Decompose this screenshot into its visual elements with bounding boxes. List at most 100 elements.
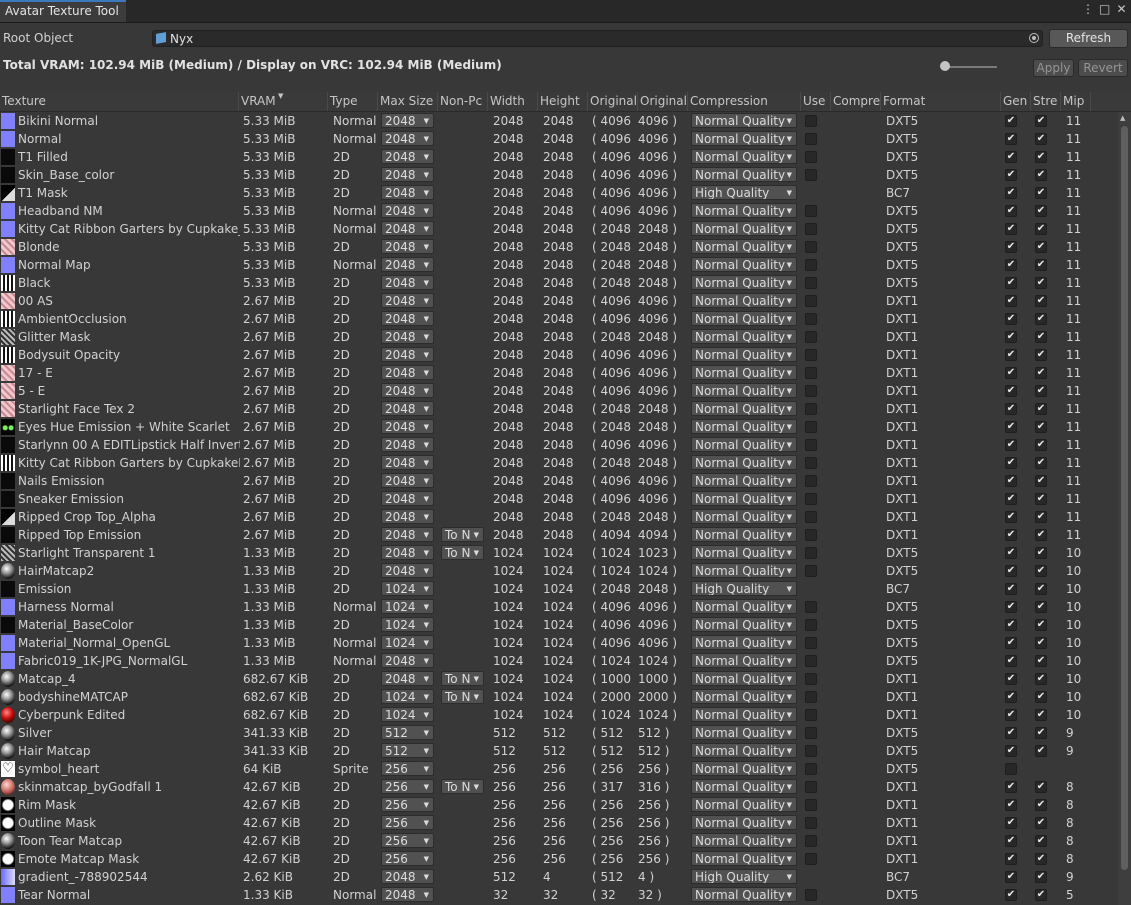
max-size-dropdown[interactable]: 512 ▼	[381, 725, 434, 740]
generate-mipmap-checkbox[interactable]: ✔	[1005, 313, 1017, 325]
max-size-dropdown[interactable]: 2048 ▼	[381, 149, 434, 164]
generate-mipmap-checkbox[interactable]: ✔	[1005, 601, 1017, 613]
col-header-type[interactable]: Type	[328, 92, 378, 111]
max-size-dropdown[interactable]: 2048 ▼	[381, 293, 434, 308]
texture-name[interactable]: symbol_heart	[18, 760, 240, 778]
max-size-dropdown[interactable]: 2048 ▼	[381, 473, 434, 488]
use-crunch-checkbox[interactable]	[805, 709, 817, 721]
use-crunch-checkbox[interactable]	[805, 835, 817, 847]
use-crunch-checkbox[interactable]	[805, 547, 817, 559]
use-crunch-checkbox[interactable]	[805, 277, 817, 289]
generate-mipmap-checkbox[interactable]: ✔	[1005, 547, 1017, 559]
compression-dropdown[interactable]: Normal Quality ▼	[691, 419, 797, 434]
table-row[interactable]: Rim Mask 42.67 KiB 2D 256 ▼ 256 256 ( 256 256 ) N…	[0, 796, 1117, 814]
table-row[interactable]: Silver 341.33 KiB 2D 512 ▼ 512 512 ( 512 512 ) No…	[0, 724, 1117, 742]
texture-name[interactable]: T1 Filled	[18, 148, 240, 166]
generate-mipmap-checkbox[interactable]: ✔	[1005, 727, 1017, 739]
max-size-dropdown[interactable]: 2048 ▼	[381, 653, 434, 668]
streaming-mipmap-checkbox[interactable]: ✔	[1035, 565, 1047, 577]
col-header-mip[interactable]: Mip	[1061, 92, 1091, 111]
streaming-mipmap-checkbox[interactable]: ✔	[1035, 493, 1047, 505]
texture-name[interactable]: Normal Map	[18, 256, 240, 274]
max-size-dropdown[interactable]: 2048 ▼	[381, 131, 434, 146]
texture-name[interactable]: Tear Normal	[18, 886, 240, 904]
non-power-of-two-dropdown[interactable]: To N ▼	[441, 671, 484, 686]
streaming-mipmap-checkbox[interactable]: ✔	[1035, 115, 1047, 127]
compression-dropdown[interactable]: Normal Quality ▼	[691, 887, 797, 902]
compression-dropdown[interactable]: High Quality ▼	[691, 581, 797, 596]
compression-dropdown[interactable]: Normal Quality ▼	[691, 491, 797, 506]
streaming-mipmap-checkbox[interactable]: ✔	[1035, 169, 1047, 181]
generate-mipmap-checkbox[interactable]: ✔	[1005, 853, 1017, 865]
compression-dropdown[interactable]: Normal Quality ▼	[691, 509, 797, 524]
max-size-dropdown[interactable]: 2048 ▼	[381, 239, 434, 254]
max-size-dropdown[interactable]: 2048 ▼	[381, 365, 434, 380]
generate-mipmap-checkbox[interactable]: ✔	[1005, 745, 1017, 757]
compression-dropdown[interactable]: Normal Quality ▼	[691, 725, 797, 740]
use-crunch-checkbox[interactable]	[805, 169, 817, 181]
streaming-mipmap-checkbox[interactable]: ✔	[1035, 745, 1047, 757]
table-row[interactable]: T1 Filled 5.33 MiB 2D 2048 ▼ 2048 2048 ( 4096 40…	[0, 148, 1117, 166]
compression-dropdown[interactable]: Normal Quality ▼	[691, 617, 797, 632]
table-row[interactable]: Material_Normal_OpenGL 1.33 MiB Normal 1024…	[0, 634, 1117, 652]
col-header-width[interactable]: Width	[488, 92, 538, 111]
max-size-dropdown[interactable]: 256 ▼	[381, 815, 434, 830]
texture-name[interactable]: Ripped Top Emission	[18, 526, 240, 544]
compression-dropdown[interactable]: Normal Quality ▼	[691, 653, 797, 668]
use-crunch-checkbox[interactable]	[805, 889, 817, 901]
table-row[interactable]: Outline Mask 42.67 KiB 2D 256 ▼ 256 256 ( 256 25…	[0, 814, 1117, 832]
generate-mipmap-checkbox[interactable]: ✔	[1005, 655, 1017, 667]
generate-mipmap-checkbox[interactable]: ✔	[1005, 403, 1017, 415]
use-crunch-checkbox[interactable]	[805, 619, 817, 631]
texture-name[interactable]: Nails Emission	[18, 472, 240, 490]
compression-dropdown[interactable]: Normal Quality ▼	[691, 815, 797, 830]
streaming-mipmap-checkbox[interactable]: ✔	[1035, 331, 1047, 343]
max-size-dropdown[interactable]: 2048 ▼	[381, 887, 434, 902]
compression-dropdown[interactable]: Normal Quality ▼	[691, 707, 797, 722]
max-size-dropdown[interactable]: 2048 ▼	[381, 419, 434, 434]
texture-name[interactable]: Starlight Face Tex 2	[18, 400, 240, 418]
max-size-dropdown[interactable]: 2048 ▼	[381, 491, 434, 506]
table-row[interactable]: Emote Matcap Mask 42.67 KiB 2D 256 ▼ 256 256 ( …	[0, 850, 1117, 868]
use-crunch-checkbox[interactable]	[805, 565, 817, 577]
compression-dropdown[interactable]: Normal Quality ▼	[691, 167, 797, 182]
scroll-thumb[interactable]	[1121, 126, 1128, 870]
compression-dropdown[interactable]: Normal Quality ▼	[691, 131, 797, 146]
table-row[interactable]: Blonde 5.33 MiB 2D 2048 ▼ 2048 2048 ( 2048 2048 …	[0, 238, 1117, 256]
table-row[interactable]: Starlynn 00 A EDITLipstick Half Inverte 2…	[0, 436, 1117, 454]
texture-name[interactable]: skinmatcap_byGodfall 1	[18, 778, 240, 796]
generate-mipmap-checkbox[interactable]: ✔	[1005, 475, 1017, 487]
texture-name[interactable]: Kitty Cat Ribbon Garters by CupkakeMa	[18, 454, 240, 472]
generate-mipmap-checkbox[interactable]: ✔	[1005, 295, 1017, 307]
max-size-dropdown[interactable]: 256 ▼	[381, 851, 434, 866]
texture-name[interactable]: Rim Mask	[18, 796, 240, 814]
use-crunch-checkbox[interactable]	[805, 313, 817, 325]
generate-mipmap-checkbox[interactable]: ✔	[1005, 871, 1017, 883]
use-crunch-checkbox[interactable]	[805, 295, 817, 307]
use-crunch-checkbox[interactable]	[805, 817, 817, 829]
generate-mipmap-checkbox[interactable]: ✔	[1005, 619, 1017, 631]
streaming-mipmap-checkbox[interactable]: ✔	[1035, 691, 1047, 703]
compression-dropdown[interactable]: Normal Quality ▼	[691, 383, 797, 398]
generate-mipmap-checkbox[interactable]: ✔	[1005, 817, 1017, 829]
generate-mipmap-checkbox[interactable]: ✔	[1005, 511, 1017, 523]
vertical-scrollbar[interactable]: ▲	[1118, 112, 1131, 905]
use-crunch-checkbox[interactable]	[805, 223, 817, 235]
texture-name[interactable]: Blonde	[18, 238, 240, 256]
col-header-non-power[interactable]: Non-Pc	[438, 92, 488, 111]
compression-dropdown[interactable]: Normal Quality ▼	[691, 149, 797, 164]
table-row[interactable]: Toon Tear Matcap 42.67 KiB 2D 256 ▼ 256 256 ( 2…	[0, 832, 1117, 850]
generate-mipmap-checkbox[interactable]: ✔	[1005, 331, 1017, 343]
table-row[interactable]: ♡ symbol_heart 64 KiB Sprite 256 ▼ 256 256 ( 256…	[0, 760, 1117, 778]
max-size-dropdown[interactable]: 1024 ▼	[381, 689, 434, 704]
table-row[interactable]: AmbientOcclusion 2.67 MiB 2D 2048 ▼ 2048 2048 (…	[0, 310, 1117, 328]
compression-dropdown[interactable]: Normal Quality ▼	[691, 257, 797, 272]
use-crunch-checkbox[interactable]	[805, 655, 817, 667]
compression-dropdown[interactable]: Normal Quality ▼	[691, 635, 797, 650]
generate-mipmap-checkbox[interactable]: ✔	[1005, 205, 1017, 217]
compression-dropdown[interactable]: Normal Quality ▼	[691, 743, 797, 758]
table-row[interactable]: Kitty Cat Ribbon Garters by CupkakeMa 2.6…	[0, 454, 1117, 472]
streaming-mipmap-checkbox[interactable]: ✔	[1035, 727, 1047, 739]
max-size-dropdown[interactable]: 2048 ▼	[381, 167, 434, 182]
compression-dropdown[interactable]: Normal Quality ▼	[691, 347, 797, 362]
